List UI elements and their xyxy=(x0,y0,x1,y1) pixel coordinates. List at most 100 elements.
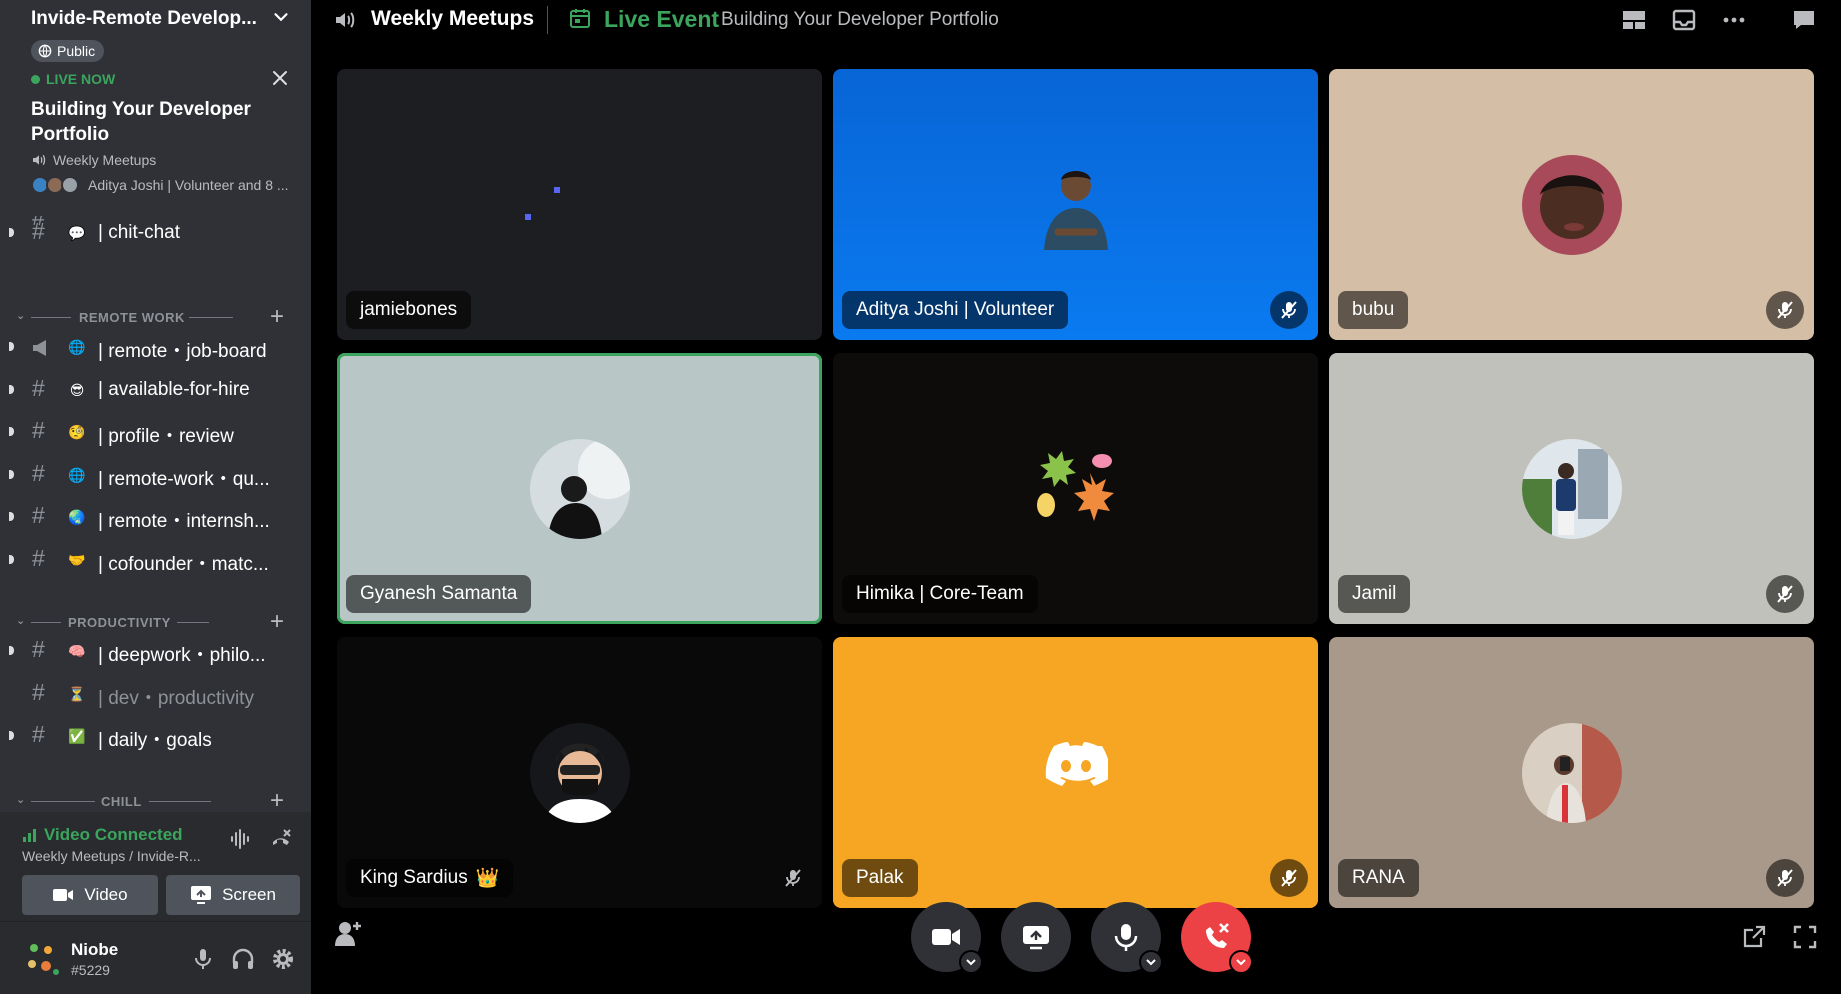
participant-name-tag: bubu xyxy=(1338,291,1409,329)
grid-layout-icon[interactable] xyxy=(1621,8,1647,32)
discord-logo-icon xyxy=(1045,742,1108,786)
popout-icon[interactable] xyxy=(1741,924,1767,950)
unread-indicator xyxy=(9,427,14,436)
participant-name: Palak xyxy=(856,867,904,888)
add-channel-icon[interactable]: + xyxy=(270,608,285,636)
event-title[interactable]: Building Your Developer Portfolio xyxy=(31,97,271,147)
participant-name: Gyanesh Samanta xyxy=(360,583,518,604)
disconnect-options-button[interactable] xyxy=(1229,950,1253,974)
channel-name: | dev・productivity xyxy=(98,688,254,709)
participant-tile[interactable]: King Sardius 👑 xyxy=(337,637,822,908)
channel-item-deepwork[interactable]: # 🧠 | deepwork・philo... xyxy=(0,634,311,668)
channel-item-dev-productivity[interactable]: # ⏳ | dev・productivity xyxy=(0,677,311,711)
microphone-toggle-button[interactable] xyxy=(1091,902,1163,974)
inbox-icon[interactable] xyxy=(1671,8,1697,32)
attendee-names: Aditya Joshi | Volunteer and 8 ... xyxy=(88,177,289,193)
add-channel-icon[interactable]: + xyxy=(270,787,285,812)
event-attendees[interactable]: Aditya Joshi | Volunteer and 8 ... xyxy=(31,176,289,194)
disconnect-icon[interactable] xyxy=(268,826,294,852)
noise-suppression-icon[interactable] xyxy=(228,826,254,852)
server-name[interactable]: Invide-Remote Develop... xyxy=(31,8,257,30)
participant-tile[interactable]: RANA xyxy=(1329,637,1814,908)
participant-name-tag: Himika | Core-Team xyxy=(842,575,1038,613)
participant-name: jamiebones xyxy=(360,299,458,320)
channel-item-remote-job-board[interactable]: 🌐 | remote・job-board xyxy=(0,330,311,364)
muted-indicator xyxy=(1766,575,1804,613)
avatar xyxy=(529,722,630,823)
channel-item-profile-review[interactable]: # 🧐 | profile・review xyxy=(0,415,311,449)
public-badge: Public xyxy=(31,40,105,62)
category-label: PRODUCTIVITY xyxy=(68,615,171,630)
microphone-muted-icon xyxy=(1281,869,1297,887)
unread-indicator xyxy=(9,512,14,521)
camera-icon xyxy=(932,929,960,945)
participant-name-tag: jamiebones xyxy=(346,291,472,329)
microphone-muted-icon xyxy=(1281,301,1297,319)
voice-location[interactable]: Weekly Meetups / Invide-R... xyxy=(22,848,201,864)
channel-item-chit-chat[interactable]: # 💬 | chit-chat xyxy=(0,216,311,250)
close-icon[interactable] xyxy=(270,68,290,88)
username: Niobe xyxy=(71,940,119,959)
voice-status-label: Video Connected xyxy=(44,825,183,844)
participant-tile[interactable]: bubu xyxy=(1329,69,1814,340)
monocle-face-icon: 🧐 xyxy=(68,423,86,440)
participant-name: RANA xyxy=(1352,867,1405,888)
server-header: Invide-Remote Develop... Public LIVE NOW… xyxy=(0,0,311,216)
brain-icon: 🧠 xyxy=(68,642,86,659)
voice-status[interactable]: Video Connected xyxy=(22,825,183,845)
participant-tile[interactable]: Jamil xyxy=(1329,353,1814,624)
more-options-icon[interactable] xyxy=(1721,8,1747,32)
participant-tile[interactable]: Aditya Joshi | Volunteer xyxy=(833,69,1318,340)
event-title[interactable]: Building Your Developer Portfolio xyxy=(721,9,999,31)
video-call-area: Weekly Meetups Live Event Building Your … xyxy=(311,0,1841,994)
hash-icon: # xyxy=(32,417,45,443)
gear-icon[interactable] xyxy=(270,946,296,972)
camera-toggle-button[interactable] xyxy=(911,902,983,974)
avatar xyxy=(1521,438,1622,539)
event-channel[interactable]: Weekly Meetups xyxy=(31,152,156,168)
hash-icon: # xyxy=(32,545,45,571)
category-chill[interactable]: ⌄ CHILL + xyxy=(0,787,311,812)
microphone-icon[interactable] xyxy=(190,946,216,972)
live-event-label[interactable]: Live Event xyxy=(604,6,719,33)
leave-call-icon xyxy=(1206,923,1229,948)
chat-icon[interactable] xyxy=(1791,8,1817,32)
participant-tile[interactable]: Himika | Core-Team xyxy=(833,353,1318,624)
add-user-icon[interactable] xyxy=(333,918,363,948)
unread-indicator xyxy=(9,470,14,479)
category-productivity[interactable]: ⌄ PRODUCTIVITY + xyxy=(0,608,311,636)
camera-icon xyxy=(53,889,74,901)
category-remote-work[interactable]: ⌄ REMOTE WORK + xyxy=(0,303,311,331)
channel-item-remote-work-qu[interactable]: # 🌐 | remote-work・qu... xyxy=(0,458,311,492)
channel-item-available-for-hire[interactable]: # 😎 | available-for-hire xyxy=(0,373,311,407)
speaker-icon xyxy=(33,154,46,166)
participant-tile[interactable]: Gyanesh Samanta xyxy=(337,353,822,624)
participant-name-tag: Gyanesh Samanta xyxy=(346,575,532,613)
channel-item-cofounder-match[interactable]: # 🤝 | cofounder・matc... xyxy=(0,543,311,577)
earth-icon: 🌏 xyxy=(68,508,86,525)
microphone-options-button[interactable] xyxy=(1139,950,1163,974)
screen-share-toggle-button[interactable] xyxy=(1001,902,1071,972)
chevron-down-icon xyxy=(1236,959,1246,966)
fullscreen-icon[interactable] xyxy=(1792,924,1818,950)
participant-tile[interactable]: Palak xyxy=(833,637,1318,908)
unread-indicator xyxy=(9,228,14,237)
chevron-down-icon[interactable] xyxy=(270,6,292,28)
participant-tile[interactable]: jamiebones xyxy=(337,69,822,340)
category-label: CHILL xyxy=(101,794,142,809)
headphones-icon[interactable] xyxy=(230,946,256,972)
avatar[interactable] xyxy=(22,938,62,978)
screen-share-button[interactable]: Screen xyxy=(166,875,300,915)
muted-indicator xyxy=(1270,291,1308,329)
video-button[interactable]: Video xyxy=(22,875,158,915)
participant-name: King Sardius xyxy=(360,867,468,888)
channel-name: | remote・internsh... xyxy=(98,511,270,532)
add-channel-icon[interactable]: + xyxy=(270,303,285,331)
camera-options-button[interactable] xyxy=(959,950,983,974)
microphone-icon xyxy=(1114,924,1138,951)
channel-item-daily-goals[interactable]: # ✅ | daily・goals xyxy=(0,719,311,753)
disconnect-button[interactable] xyxy=(1181,902,1253,974)
participant-name: Himika | Core-Team xyxy=(856,583,1024,604)
screen-share-icon xyxy=(191,886,212,904)
channel-item-remote-internships[interactable]: # 🌏 | remote・internsh... xyxy=(0,500,311,534)
